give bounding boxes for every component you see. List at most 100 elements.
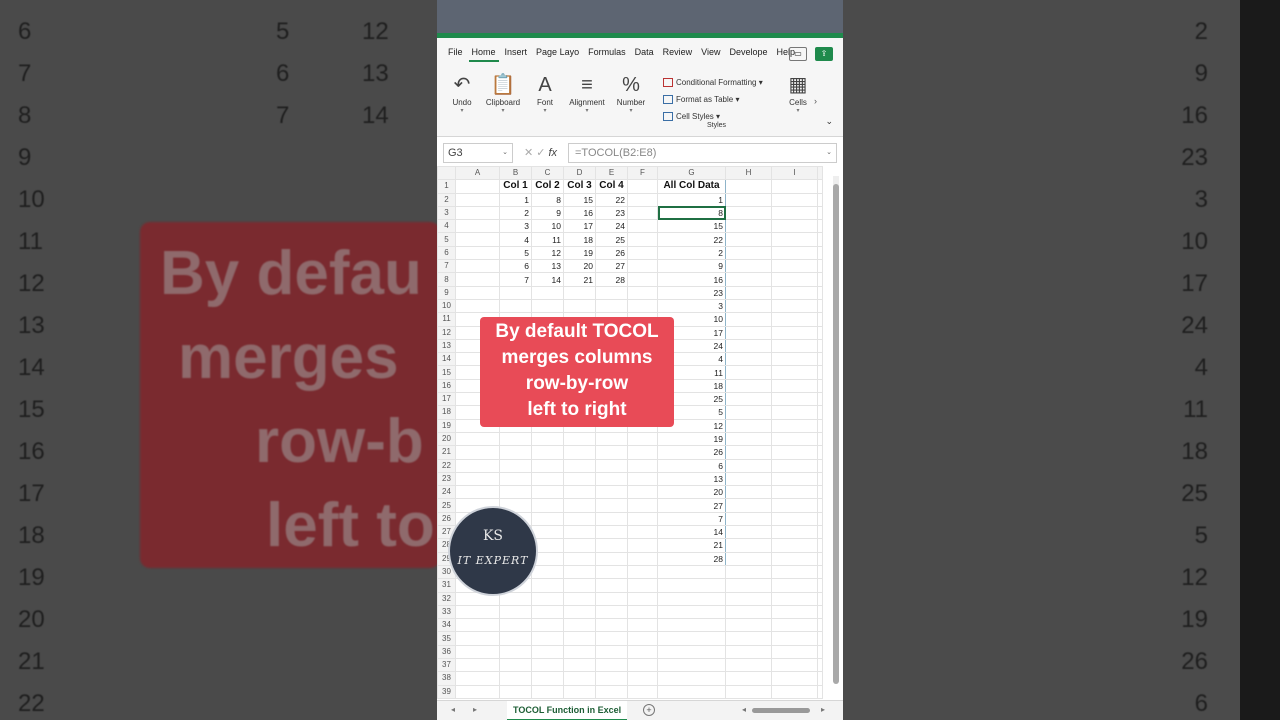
cell[interactable]: 5 bbox=[499, 245, 532, 261]
cell[interactable] bbox=[725, 511, 772, 527]
cell[interactable] bbox=[817, 498, 823, 513]
number-button[interactable]: % Number ▾ bbox=[613, 72, 649, 114]
vertical-scroll-thumb[interactable] bbox=[833, 184, 839, 684]
name-box[interactable]: G3 ⌄ bbox=[443, 142, 513, 163]
cell[interactable] bbox=[771, 392, 818, 407]
cell[interactable] bbox=[817, 245, 823, 261]
cell[interactable] bbox=[771, 272, 818, 287]
cell[interactable] bbox=[817, 511, 823, 527]
cell[interactable] bbox=[627, 671, 658, 686]
cell[interactable] bbox=[455, 458, 500, 473]
cell[interactable]: Col 1 bbox=[499, 179, 532, 194]
cell[interactable]: 13 bbox=[657, 471, 726, 487]
cell[interactable] bbox=[531, 298, 564, 314]
cell[interactable] bbox=[771, 564, 818, 580]
cell[interactable]: 7 bbox=[657, 511, 726, 527]
cell[interactable] bbox=[595, 298, 628, 314]
cell[interactable] bbox=[817, 458, 823, 473]
cell[interactable] bbox=[531, 591, 564, 606]
cell[interactable] bbox=[531, 525, 564, 540]
cell[interactable] bbox=[595, 591, 628, 606]
cell[interactable] bbox=[455, 644, 500, 659]
row-header[interactable]: 2 bbox=[437, 192, 456, 207]
cell[interactable] bbox=[657, 631, 726, 646]
cell[interactable] bbox=[595, 551, 628, 566]
cell[interactable] bbox=[499, 684, 532, 699]
share-icon[interactable]: ⇪ bbox=[815, 47, 833, 61]
cell[interactable] bbox=[627, 445, 658, 460]
cell[interactable] bbox=[499, 644, 532, 659]
cell[interactable] bbox=[627, 511, 658, 527]
cell[interactable] bbox=[595, 578, 628, 593]
cell[interactable] bbox=[725, 564, 772, 580]
cell[interactable] bbox=[817, 525, 823, 540]
column-header-e[interactable]: E bbox=[595, 166, 628, 181]
add-sheet-icon[interactable]: + bbox=[643, 704, 655, 716]
row-header[interactable]: 6 bbox=[437, 245, 456, 261]
cell[interactable]: 13 bbox=[531, 259, 564, 274]
scroll-right-icon[interactable]: ▸ bbox=[821, 705, 825, 714]
cell[interactable] bbox=[817, 604, 823, 620]
cell[interactable] bbox=[725, 551, 772, 566]
row-header[interactable]: 33 bbox=[437, 604, 456, 620]
cell[interactable] bbox=[725, 338, 772, 354]
alignment-button[interactable]: ≡ Alignment ▾ bbox=[565, 72, 609, 114]
cell[interactable]: 1 bbox=[499, 192, 532, 207]
selected-cell-g3[interactable]: 8 bbox=[657, 205, 726, 221]
cell[interactable] bbox=[817, 325, 823, 340]
cell[interactable] bbox=[817, 418, 823, 433]
cell[interactable]: Col 2 bbox=[531, 179, 564, 194]
cell[interactable] bbox=[627, 458, 658, 473]
cell[interactable] bbox=[627, 564, 658, 580]
cell[interactable] bbox=[455, 285, 500, 300]
cell[interactable] bbox=[817, 259, 823, 274]
cell[interactable] bbox=[499, 485, 532, 500]
cell[interactable] bbox=[563, 671, 596, 686]
cell[interactable]: 21 bbox=[563, 272, 596, 287]
cell[interactable] bbox=[771, 232, 818, 247]
cell[interactable] bbox=[725, 205, 772, 221]
cell[interactable] bbox=[657, 578, 726, 593]
cell[interactable] bbox=[725, 272, 772, 287]
cell[interactable] bbox=[563, 471, 596, 487]
tab-review[interactable]: Review bbox=[660, 47, 696, 62]
row-header[interactable]: 3 bbox=[437, 205, 456, 221]
cell[interactable]: 17 bbox=[563, 219, 596, 234]
cell[interactable] bbox=[455, 631, 500, 646]
cell[interactable] bbox=[725, 578, 772, 593]
cell[interactable] bbox=[725, 192, 772, 207]
cell[interactable] bbox=[531, 431, 564, 447]
cell[interactable] bbox=[817, 671, 823, 686]
cell[interactable]: 27 bbox=[595, 259, 628, 274]
cell[interactable]: 12 bbox=[531, 245, 564, 261]
cell[interactable] bbox=[817, 205, 823, 221]
tab-data[interactable]: Data bbox=[632, 47, 657, 62]
cell[interactable] bbox=[627, 551, 658, 566]
cell[interactable] bbox=[499, 431, 532, 447]
cell[interactable]: 25 bbox=[595, 232, 628, 247]
cell[interactable]: 16 bbox=[563, 205, 596, 221]
cell[interactable] bbox=[771, 259, 818, 274]
row-header[interactable]: 11 bbox=[437, 312, 456, 327]
cell[interactable] bbox=[563, 525, 596, 540]
cell[interactable] bbox=[657, 604, 726, 620]
cell[interactable] bbox=[817, 179, 823, 194]
cell[interactable] bbox=[627, 232, 658, 247]
cell[interactable] bbox=[817, 431, 823, 447]
cell[interactable]: 10 bbox=[531, 219, 564, 234]
cell[interactable] bbox=[627, 298, 658, 314]
cell[interactable] bbox=[657, 684, 726, 699]
cell[interactable] bbox=[455, 245, 500, 261]
cell[interactable] bbox=[725, 219, 772, 234]
cell[interactable] bbox=[725, 684, 772, 699]
cell[interactable] bbox=[531, 511, 564, 527]
cell[interactable]: 28 bbox=[657, 551, 726, 566]
cell[interactable]: 8 bbox=[531, 192, 564, 207]
row-header[interactable]: 7 bbox=[437, 259, 456, 274]
cell[interactable] bbox=[455, 272, 500, 287]
cell[interactable] bbox=[627, 179, 658, 194]
cell[interactable]: 22 bbox=[595, 192, 628, 207]
cell[interactable] bbox=[455, 179, 500, 194]
cell[interactable] bbox=[455, 604, 500, 620]
cell[interactable] bbox=[725, 525, 772, 540]
